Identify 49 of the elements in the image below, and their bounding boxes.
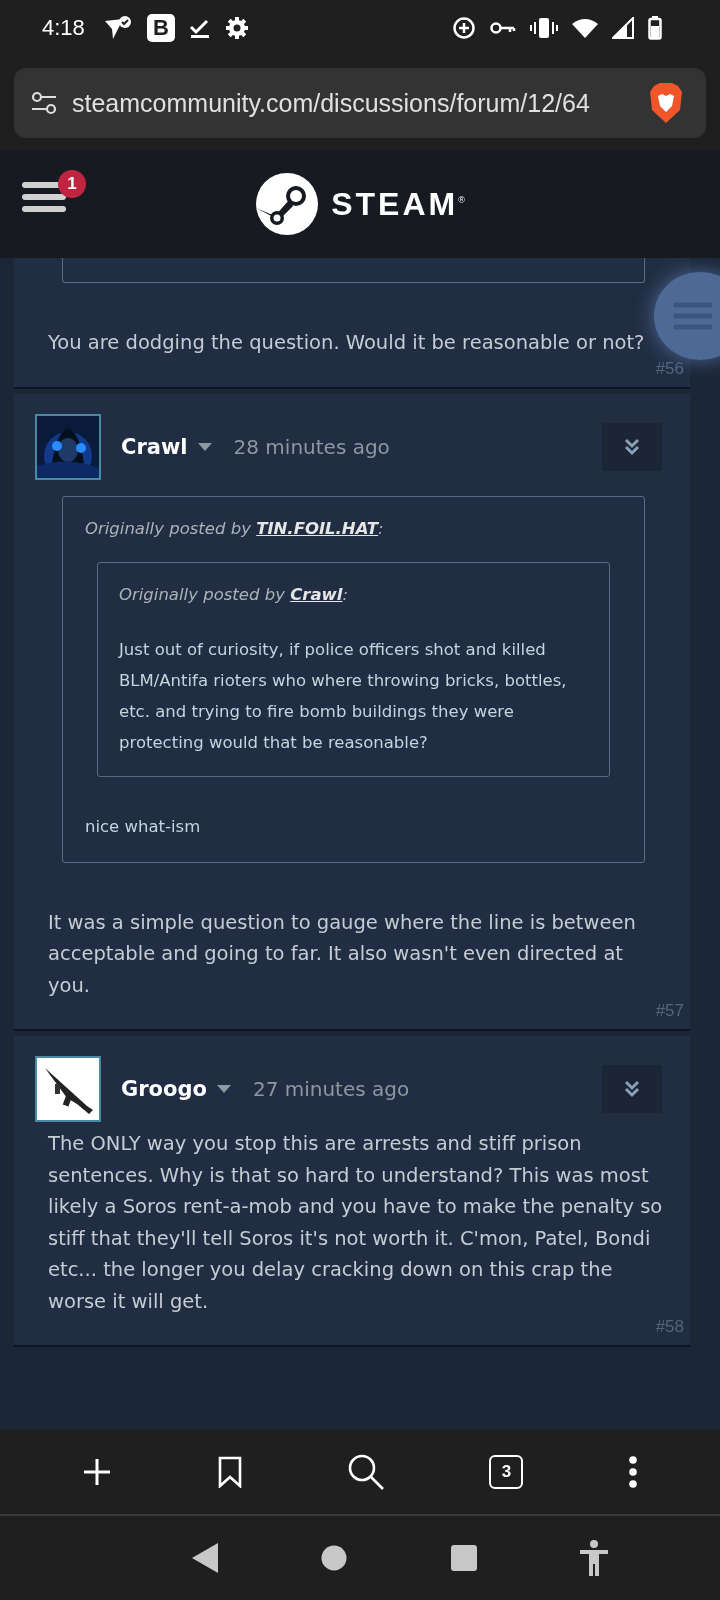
post-text: You are dodging the question. Would it be reasonable or not? — [48, 330, 646, 356]
caret-icon[interactable] — [216, 1085, 231, 1093]
search-icon[interactable] — [346, 1453, 385, 1491]
post-time: 28 minutes ago — [233, 434, 390, 459]
add-icon[interactable] — [82, 1457, 113, 1487]
paper-plane-icon — [102, 15, 133, 41]
steam-wordmark: STEAM$^{®}$ — [331, 185, 465, 223]
address-bar[interactable]: steamcommunity.com/discussions/forum/12/64 — [14, 68, 706, 138]
collapse-button[interactable] — [602, 1065, 662, 1113]
lion-shield-icon[interactable] — [648, 82, 684, 124]
url-text: steamcommunity.com/discussions/forum/12/64 — [72, 88, 591, 118]
quote-attribution: Originally posted by TIN.FOIL.HAT: — [85, 518, 385, 538]
accessibility-icon[interactable] — [580, 1540, 609, 1576]
double-chevron-down-icon[interactable] — [624, 1080, 640, 1098]
post-number: #56 — [655, 358, 684, 379]
post-text: It was a simple question to gauge where the line is between acceptable and going to far. It also wasn't even directed at you. — [48, 909, 637, 999]
author-name[interactable]: Crawl — [121, 434, 188, 459]
add-circle-icon — [452, 16, 476, 40]
quote-text: Just out of curiosity, if police officers shot and killed BLM/Antifa rioters who where throwing bricks, bottles, etc. and trying to fire bomb buildings they were protecting would that be reasonable? — [119, 638, 568, 754]
bookmark-icon[interactable] — [216, 1456, 243, 1488]
notification-badge: 1 — [58, 170, 86, 198]
more-options-icon[interactable] — [627, 1456, 638, 1488]
steam-logo-icon — [255, 172, 320, 236]
battery-icon — [648, 16, 662, 40]
home-icon[interactable] — [321, 1545, 348, 1571]
wifi-icon — [572, 18, 598, 38]
post-time: 27 minutes ago — [252, 1077, 410, 1101]
author-link[interactable]: TIN.FOIL.HAT — [256, 518, 379, 538]
app-icon: B — [146, 14, 175, 42]
post-number: #57 — [655, 1001, 684, 1021]
tab-count-button[interactable]: 3 — [489, 1455, 524, 1489]
quote-text: nice what-ism — [85, 815, 202, 838]
settings-icon — [224, 16, 249, 40]
signal-icon — [612, 17, 634, 39]
author-name[interactable]: Groogo — [121, 1077, 207, 1101]
post-number: #58 — [655, 1317, 684, 1337]
post-text: The ONLY way you stop this are arrests and stiff prison sentences. Why is that so hard to understand? This was most likely a Soros rent-a-mob and you have to make the penalty so stiff that they'll tell Soros it's not worth it. C'mon, Patel, Bondi etc... the longer you delay cracking down on this crap the worse it will get. — [48, 1131, 664, 1315]
vibrate-icon — [530, 17, 558, 39]
back-icon[interactable] — [191, 1543, 218, 1573]
double-chevron-down-icon[interactable] — [624, 437, 640, 456]
status-time: 4:18 — [42, 15, 85, 41]
recents-icon[interactable] — [450, 1545, 477, 1571]
download-done-icon — [188, 17, 211, 39]
collapse-button[interactable] — [602, 422, 662, 471]
site-settings-icon[interactable] — [30, 91, 58, 115]
quote-attribution: Originally posted by Crawl: — [119, 584, 349, 604]
author-link[interactable]: Crawl — [290, 584, 343, 604]
caret-icon[interactable] — [197, 442, 212, 451]
key-icon — [490, 20, 516, 36]
